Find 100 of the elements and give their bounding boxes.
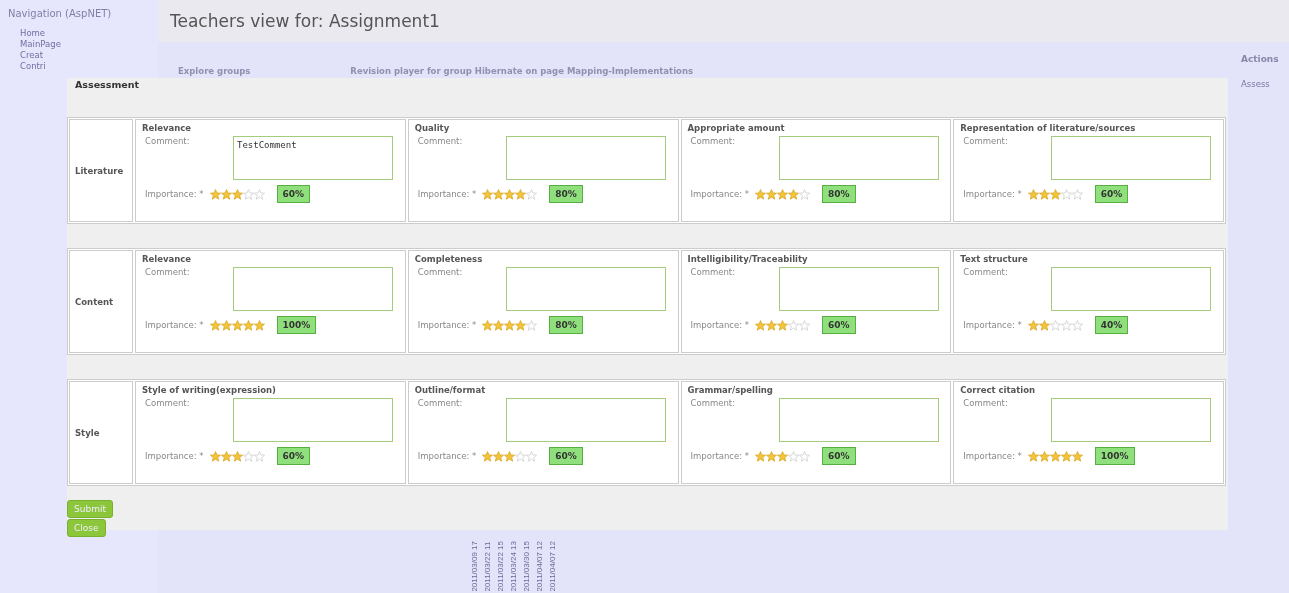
filled-star-icon[interactable] (1027, 450, 1039, 462)
filled-star-icon[interactable] (766, 450, 778, 462)
filled-star-icon[interactable] (482, 319, 494, 331)
importance-label: Importance: * (689, 451, 750, 461)
category-cell: Literature (69, 119, 133, 222)
percent-badge: 60% (822, 447, 856, 465)
filled-star-icon[interactable] (788, 188, 800, 200)
filled-star-icon[interactable] (242, 319, 254, 331)
filled-star-icon[interactable] (231, 319, 243, 331)
comment-field[interactable] (505, 136, 666, 180)
filled-star-icon[interactable] (493, 319, 505, 331)
comment-field[interactable] (233, 267, 393, 311)
percent-badge: 80% (822, 185, 856, 203)
comment-field[interactable] (778, 398, 939, 442)
percent-badge: 80% (549, 185, 583, 203)
filled-star-icon[interactable] (220, 319, 232, 331)
importance-label: Importance: * (962, 189, 1022, 199)
nav-link[interactable]: Creat (20, 50, 158, 61)
criterion-title: Intelligibility/Traceability (687, 254, 809, 264)
filled-star-icon[interactable] (220, 188, 232, 200)
filled-star-icon[interactable] (493, 188, 505, 200)
timestamp-label: 2011/03/22 11 (483, 541, 492, 592)
percent-badge: 60% (276, 447, 311, 465)
comment-field[interactable] (505, 398, 666, 442)
criterion-title: Appropriate amount (687, 123, 786, 133)
filled-star-icon[interactable] (1060, 450, 1072, 462)
filled-star-icon[interactable] (1038, 188, 1050, 200)
criterion-title: Outline/format (414, 385, 487, 395)
filled-star-icon[interactable] (515, 188, 527, 200)
comment-field[interactable] (778, 136, 939, 180)
percent-badge: 60% (822, 316, 856, 334)
importance-label: Importance: * (144, 189, 204, 199)
navigation-title: Navigation (AspNET) (8, 8, 113, 20)
filled-star-icon[interactable] (482, 450, 494, 462)
criterion-title: Representation of literature/sources (960, 123, 1137, 133)
importance-label: Importance: * (962, 320, 1022, 330)
nav-link[interactable]: Contri (20, 61, 158, 72)
comment-label: Comment: (144, 267, 191, 277)
comment-label: Comment: (962, 398, 1009, 408)
timestamp-label: 2011/03/30 15 (522, 541, 531, 592)
comment-field[interactable] (1051, 267, 1212, 311)
criterion-title: Text structure (960, 254, 1029, 264)
timestamp-label: 2011/03/22 15 (496, 541, 505, 592)
filled-star-icon[interactable] (1038, 450, 1050, 462)
comment-field[interactable]: TestComment (233, 136, 393, 180)
filled-star-icon[interactable] (209, 319, 221, 331)
filled-star-icon[interactable] (1071, 450, 1083, 462)
filled-star-icon[interactable] (777, 450, 789, 462)
nav-link[interactable]: MainPage (20, 39, 158, 50)
filled-star-icon[interactable] (209, 188, 221, 200)
timestamp-label: 2011/04/07 12 (548, 541, 557, 592)
percent-badge: 100% (276, 316, 317, 334)
filled-star-icon[interactable] (504, 319, 516, 331)
percent-badge: 60% (549, 447, 583, 465)
criterion-title: Relevance (142, 254, 193, 264)
filled-star-icon[interactable] (777, 319, 789, 331)
comment-field[interactable] (778, 267, 939, 311)
filled-star-icon[interactable] (755, 450, 767, 462)
filled-star-icon[interactable] (231, 188, 243, 200)
filled-star-icon[interactable] (504, 188, 516, 200)
filled-star-icon[interactable] (253, 319, 265, 331)
category-cell: Content (69, 250, 133, 353)
filled-star-icon[interactable] (1049, 450, 1061, 462)
filled-star-icon[interactable] (515, 319, 527, 331)
filled-star-icon[interactable] (1049, 188, 1061, 200)
comment-field[interactable] (1051, 136, 1212, 180)
filled-star-icon[interactable] (766, 319, 778, 331)
comment-label: Comment: (962, 267, 1009, 277)
filled-star-icon[interactable] (1038, 319, 1050, 331)
importance-label: Importance: * (689, 189, 750, 199)
filled-star-icon[interactable] (1027, 319, 1039, 331)
filled-star-icon[interactable] (766, 188, 778, 200)
comment-label: Comment: (689, 398, 736, 408)
importance-label: Importance: * (144, 451, 204, 461)
filled-star-icon[interactable] (220, 450, 232, 462)
filled-star-icon[interactable] (209, 450, 221, 462)
category-cell: Style (69, 381, 133, 484)
filled-star-icon[interactable] (231, 450, 243, 462)
filled-star-icon[interactable] (493, 450, 505, 462)
importance-label: Importance: * (416, 189, 477, 199)
comment-label: Comment: (144, 398, 191, 408)
action-link[interactable]: Assess (1241, 79, 1289, 89)
filled-star-icon[interactable] (777, 188, 789, 200)
criterion-title: Quality (414, 123, 451, 133)
filled-star-icon[interactable] (1027, 188, 1039, 200)
actions-heading: Actions (1241, 54, 1280, 64)
comment-label: Comment: (416, 136, 464, 146)
importance-label: Importance: * (416, 320, 477, 330)
comment-field[interactable] (1051, 398, 1212, 442)
importance-label: Importance: * (416, 451, 477, 461)
filled-star-icon[interactable] (755, 319, 767, 331)
criterion-title: Grammar/spelling (687, 385, 774, 395)
criterion-title: Completeness (414, 254, 484, 264)
comment-field[interactable] (505, 267, 666, 311)
comment-field[interactable] (233, 398, 393, 442)
filled-star-icon[interactable] (482, 188, 494, 200)
filled-star-icon[interactable] (504, 450, 516, 462)
timestamp-label: 2011/03/24 13 (509, 541, 518, 592)
filled-star-icon[interactable] (755, 188, 767, 200)
nav-link[interactable]: Home (20, 28, 158, 39)
